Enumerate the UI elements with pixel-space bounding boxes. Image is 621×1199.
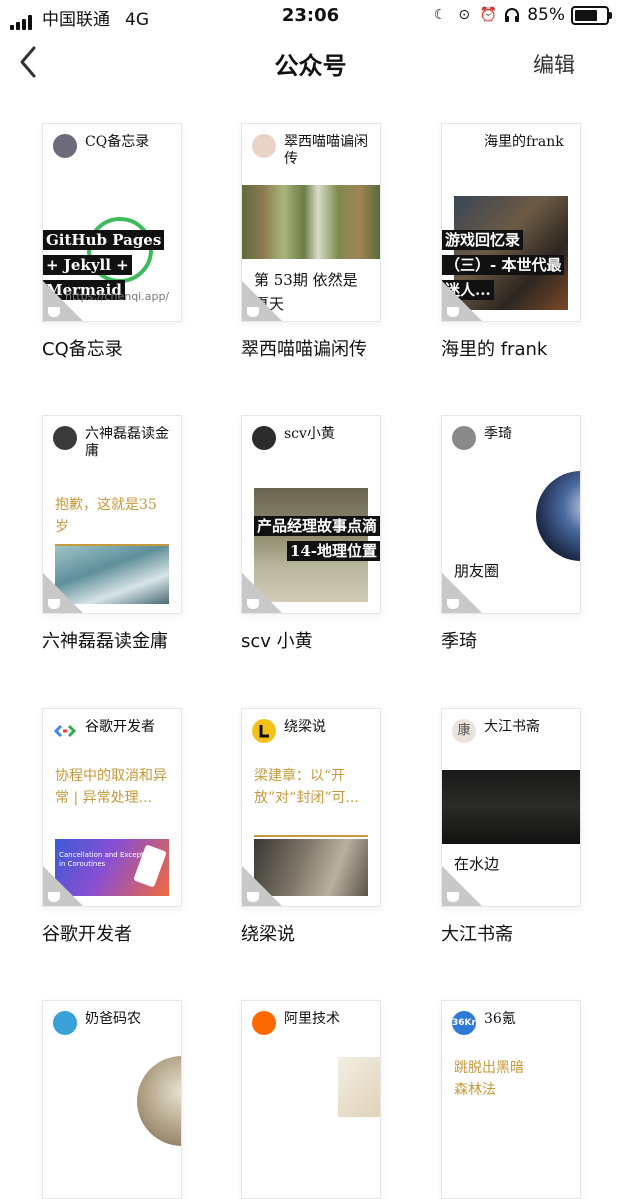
card-account-name: 海里的frank bbox=[484, 134, 564, 150]
card-headline: 抱歉，这就是35岁 bbox=[55, 497, 157, 535]
moon-icon: ☾ bbox=[433, 7, 447, 23]
google-dev-icon bbox=[53, 719, 77, 743]
avatar: 36Kr bbox=[452, 1011, 476, 1035]
avatar bbox=[53, 1011, 77, 1035]
nav-bar: 公众号 编辑 bbox=[0, 32, 621, 96]
card-account-name: 六神磊磊读金庸 bbox=[85, 426, 169, 459]
rotation-lock-icon: ⊙ bbox=[458, 7, 471, 23]
card-account-name: 大江书斋 bbox=[484, 719, 540, 735]
account-name: scv 小黄 bbox=[241, 631, 313, 652]
card-corner-icon bbox=[247, 307, 259, 317]
battery-percent: 85% bbox=[527, 5, 565, 25]
edit-button[interactable]: 编辑 bbox=[533, 49, 575, 79]
account-name: 大江书斋 bbox=[441, 924, 513, 945]
article-card[interactable]: CQ备忘录 GitHub Pages + Jekyll + Mermaid ht… bbox=[42, 123, 182, 322]
card-account-name: 谷歌开发者 bbox=[85, 719, 155, 735]
avatar bbox=[252, 426, 276, 450]
card-corner-icon bbox=[247, 599, 259, 609]
battery-icon bbox=[571, 5, 612, 25]
card-headline: 跳脱出黑暗森林法 bbox=[454, 1060, 524, 1098]
account-name: 翠西喵喵谝闲传 bbox=[241, 339, 367, 360]
card-account-name: 36氪 bbox=[484, 1011, 516, 1027]
account-name: 六神磊磊读金庸 bbox=[42, 631, 168, 652]
card-account-name: 绕梁说 bbox=[284, 719, 326, 735]
card-corner-icon bbox=[447, 599, 459, 609]
card-photo bbox=[242, 185, 380, 259]
card-photo bbox=[338, 1057, 380, 1117]
card-headline: 协程中的取消和异常 | 异常处理... bbox=[55, 768, 167, 806]
avatar: 康 bbox=[452, 719, 476, 743]
article-card[interactable]: 六神磊磊读金庸 抱歉，这就是35岁 bbox=[42, 415, 182, 614]
card-account-name: 季琦 bbox=[484, 426, 512, 442]
article-card[interactable]: 阿里技术 bbox=[241, 1000, 381, 1199]
card-corner-icon bbox=[447, 892, 459, 902]
headphones-icon bbox=[503, 6, 521, 24]
article-card[interactable]: scv小黄 产品经理故事点滴14-地理位置 bbox=[241, 415, 381, 614]
card-account-name: scv小黄 bbox=[284, 426, 335, 442]
avatar bbox=[53, 426, 77, 450]
avatar bbox=[252, 1011, 276, 1035]
avatar bbox=[252, 719, 276, 743]
card-corner-icon bbox=[48, 892, 60, 902]
card-account-name: 阿里技术 bbox=[284, 1011, 340, 1027]
article-card[interactable]: 康 大江书斋 在水边 bbox=[441, 708, 581, 907]
article-card[interactable]: 绕梁说 梁建章：以“开放”对“封闭”可... bbox=[241, 708, 381, 907]
article-card[interactable]: 奶爸码农 bbox=[42, 1000, 182, 1199]
card-corner-icon bbox=[48, 599, 60, 609]
card-headline: 产品经理故事点滴14-地理位置 bbox=[253, 516, 380, 561]
article-card[interactable]: 季琦 朋友圈 bbox=[441, 415, 581, 614]
status-bar: 中国联通 4G 23:06 ☾ ⊙ ⏰ 85% bbox=[0, 0, 621, 32]
article-card[interactable]: 海里的frank 游戏回忆录（三）- 本世代最迷人... bbox=[441, 123, 581, 322]
card-account-name: 翠西喵喵谝闲传 bbox=[284, 134, 368, 167]
alarm-icon: ⏰ bbox=[479, 7, 497, 23]
avatar bbox=[53, 134, 77, 158]
card-account-name: CQ备忘录 bbox=[85, 134, 150, 150]
card-headline: 梁建章：以“开放”对“封闭”可... bbox=[254, 768, 359, 806]
account-name: CQ备忘录 bbox=[42, 339, 123, 360]
card-photo bbox=[536, 471, 580, 561]
article-card[interactable]: 36Kr 36氪 跳脱出黑暗森林法 bbox=[441, 1000, 581, 1199]
card-corner-icon bbox=[48, 307, 60, 317]
account-name: 绕梁说 bbox=[241, 924, 295, 945]
card-corner-icon bbox=[447, 307, 459, 317]
card-photo bbox=[442, 770, 580, 844]
account-name: 海里的 frank bbox=[441, 339, 548, 360]
card-account-name: 奶爸码农 bbox=[85, 1011, 141, 1027]
avatar bbox=[252, 134, 276, 158]
avatar bbox=[452, 426, 476, 450]
avatar bbox=[452, 134, 476, 158]
account-name: 季琦 bbox=[441, 631, 477, 652]
card-corner-icon bbox=[247, 892, 259, 902]
account-name: 谷歌开发者 bbox=[42, 924, 132, 945]
article-card[interactable]: 翠西喵喵谝闲传 第 53期 依然是夏天 bbox=[241, 123, 381, 322]
page-title: 公众号 bbox=[274, 52, 347, 80]
card-photo bbox=[137, 1056, 181, 1146]
article-card[interactable]: 谷歌开发者 协程中的取消和异常 | 异常处理... Cancellation a… bbox=[42, 708, 182, 907]
